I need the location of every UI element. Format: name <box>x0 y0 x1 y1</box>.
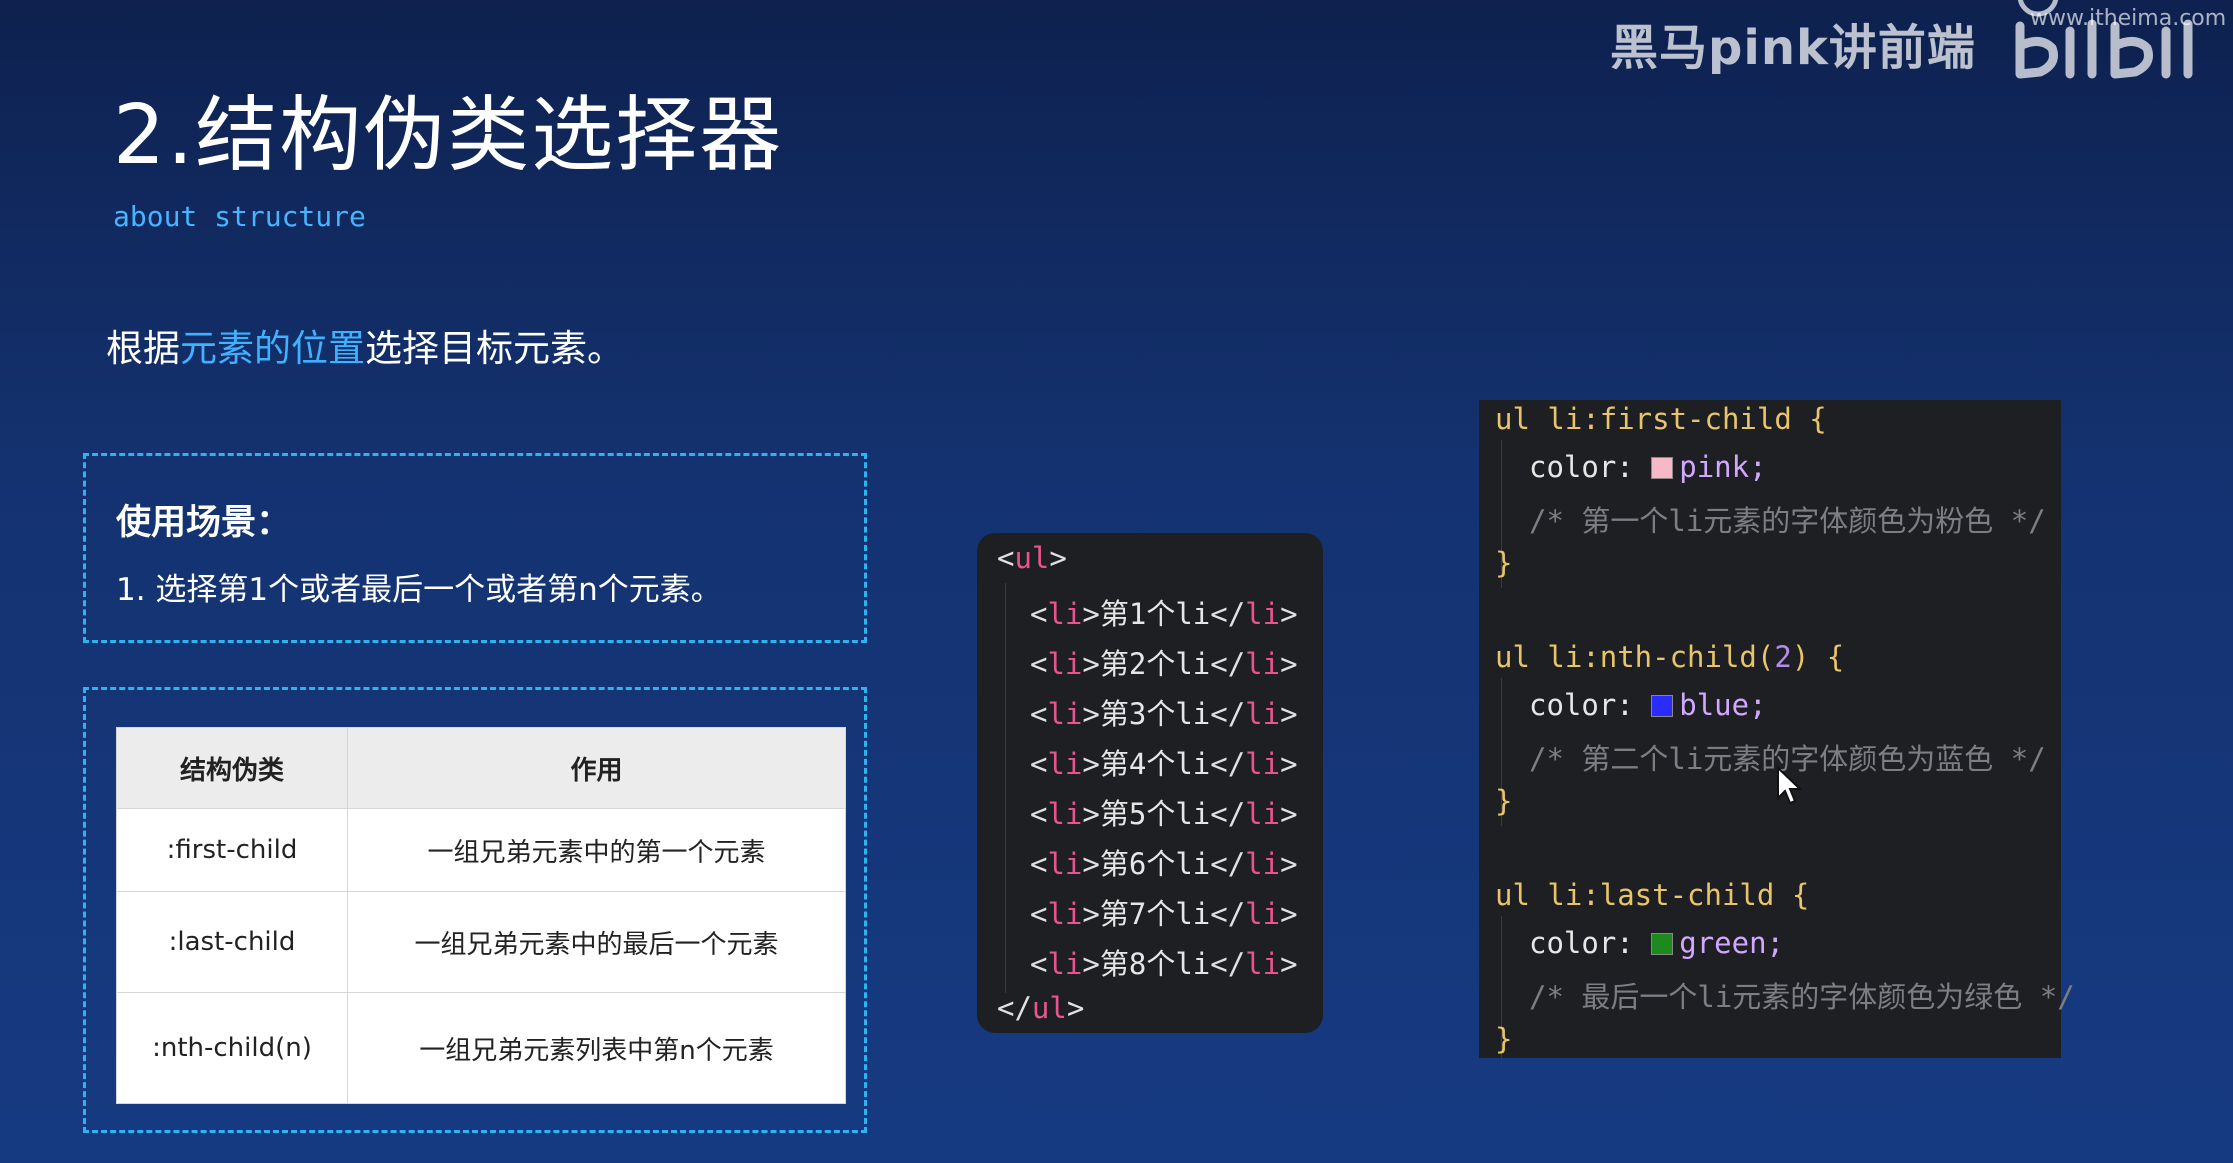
code-line: <li>第8个li</li> <box>1030 947 1298 981</box>
code-line: ul li:last-child { <box>1495 878 1810 912</box>
table-row: :first-child 一组兄弟元素中的第一个元素 <box>116 808 846 892</box>
code-line: ul li:first-child { <box>1495 402 1827 436</box>
color-swatch-pink <box>1651 457 1674 479</box>
table-cell: 一组兄弟元素列表中第n个元素 <box>347 992 846 1104</box>
code-line: } <box>1495 1022 1513 1056</box>
color-swatch-green <box>1651 933 1674 955</box>
table-header-row: 结构伪类 作用 <box>116 727 846 809</box>
pseudo-class-table-box: 结构伪类 作用 :first-child 一组兄弟元素中的第一个元素 :last… <box>83 687 867 1133</box>
code-line: <li>第5个li</li> <box>1030 797 1298 831</box>
usage-heading: 使用场景： <box>116 503 292 543</box>
pseudo-class-table: 结构伪类 作用 :first-child 一组兄弟元素中的第一个元素 :last… <box>116 727 846 1104</box>
code-line: } <box>1495 546 1513 580</box>
page-subtitle: about structure <box>113 200 366 233</box>
code-line: color: blue; <box>1529 688 1767 722</box>
code-line: <li>第7个li</li> <box>1030 897 1298 931</box>
table-cell: 一组兄弟元素中的第一个元素 <box>347 808 846 892</box>
page-title: 2.结构伪类选择器 <box>113 88 784 183</box>
code-line: } <box>1495 784 1513 818</box>
table-cell: 一组兄弟元素中的最后一个元素 <box>347 891 846 993</box>
code-line: <li>第1个li</li> <box>1030 597 1298 631</box>
code-line: </ul> <box>997 991 1085 1025</box>
intro-text: 根据元素的位置选择目标元素。 <box>106 318 624 372</box>
table-cell: :nth-child(n) <box>116 992 348 1104</box>
code-line: /* 最后一个li元素的字体颜色为绿色 */ <box>1529 980 2075 1014</box>
code-line: <ul> <box>997 541 1067 575</box>
intro-highlight: 元素的位置 <box>180 327 365 370</box>
mouse-cursor-icon <box>1777 766 1803 805</box>
code-line: <li>第3个li</li> <box>1030 697 1298 731</box>
table-row: :last-child 一组兄弟元素中的最后一个元素 <box>116 891 846 993</box>
intro-suffix: 选择目标元素。 <box>365 327 624 370</box>
table-header-effect: 作用 <box>347 727 846 809</box>
watermark-text: 黑马pink讲前端 <box>1610 20 1976 76</box>
table-cell: :first-child <box>116 808 348 892</box>
table-row: :nth-child(n) 一组兄弟元素列表中第n个元素 <box>116 992 846 1104</box>
bilibili-logo <box>2015 0 2193 79</box>
indent-guide <box>1005 583 1006 993</box>
html-code-block: <ul> <li>第1个li</li> <li>第2个li</li> <li>第… <box>977 533 1323 1033</box>
table-cell: :last-child <box>116 891 348 993</box>
usage-box: 使用场景： 1. 选择第1个或者最后一个或者第n个元素。 <box>83 453 867 643</box>
usage-item: 1. 选择第1个或者最后一个或者第n个元素。 <box>116 572 722 608</box>
code-line: <li>第2个li</li> <box>1030 647 1298 681</box>
table-header-pseudo: 结构伪类 <box>116 727 348 809</box>
code-line: <li>第4个li</li> <box>1030 747 1298 781</box>
code-line: <li>第6个li</li> <box>1030 847 1298 881</box>
css-code-block: ul li:first-child { color: pink; /* 第一个l… <box>1479 400 2075 1064</box>
intro-prefix: 根据 <box>106 327 180 370</box>
code-line: color: green; <box>1529 926 1784 960</box>
code-line: color: pink; <box>1529 450 1767 484</box>
watermark: 黑马pink讲前端 www.itheima.com <box>1610 0 2230 79</box>
code-line: ul li:nth-child(2) { <box>1495 640 1845 674</box>
code-line: /* 第一个li元素的字体颜色为粉色 */ <box>1529 504 2046 538</box>
color-swatch-blue <box>1651 695 1674 717</box>
